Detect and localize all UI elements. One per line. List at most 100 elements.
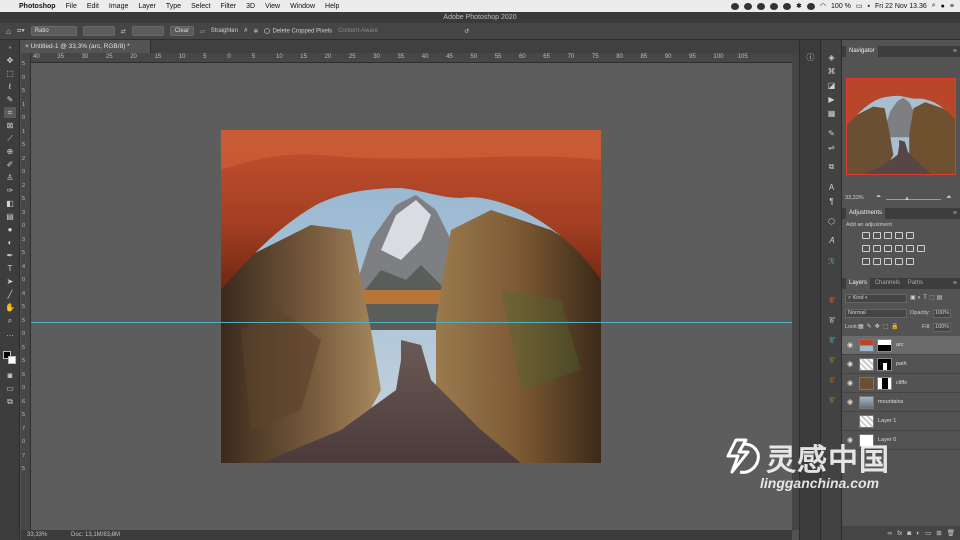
- navigator-tab[interactable]: Navigator: [846, 46, 878, 57]
- quick-select-tool-icon[interactable]: ✎: [4, 94, 16, 105]
- reset-icon[interactable]: ↺: [464, 28, 469, 35]
- vibrance-icon[interactable]: [906, 232, 914, 239]
- menu-file[interactable]: File: [61, 3, 82, 10]
- properties-icon[interactable]: ⇌: [826, 142, 837, 152]
- layer-thumbnail[interactable]: [859, 338, 874, 352]
- new-layer-icon[interactable]: ⊞: [936, 529, 941, 537]
- straighten-label[interactable]: Straighten: [211, 28, 238, 34]
- layer-thumbnail[interactable]: [859, 414, 874, 428]
- menu-window[interactable]: Window: [285, 3, 320, 10]
- marquee-tool-icon[interactable]: ⬚: [4, 68, 16, 79]
- path-selection-tool-icon[interactable]: ➤: [4, 276, 16, 287]
- layer-name[interactable]: arc: [896, 342, 904, 348]
- paragraph-icon[interactable]: ¶: [826, 196, 837, 206]
- swap-icon[interactable]: ⇄: [121, 28, 126, 35]
- menu-image[interactable]: Image: [104, 3, 133, 10]
- action-icon[interactable]: 𝒞: [826, 376, 837, 386]
- panel-menu-icon[interactable]: ≡: [953, 208, 957, 219]
- brush-settings-icon[interactable]: ✎: [826, 128, 837, 138]
- horizontal-guide-line[interactable]: [31, 322, 792, 323]
- threshold-icon[interactable]: [884, 258, 892, 265]
- exposure-icon[interactable]: [895, 232, 903, 239]
- navigator-zoom-slider-thumb[interactable]: ▲: [904, 196, 910, 202]
- panel-menu-icon[interactable]: ≡: [953, 278, 957, 289]
- grid-overlay-icon[interactable]: #: [244, 28, 247, 34]
- layer-row-cliffs[interactable]: ◉ cliffs: [842, 374, 960, 393]
- gradient-tool-icon[interactable]: ▤: [4, 211, 16, 222]
- layer-filter-select[interactable]: ⌕ Kind ▾: [845, 294, 907, 303]
- layer-row-arc[interactable]: ◉ arc: [842, 336, 960, 355]
- layer-row-mountains[interactable]: ◉ mountains: [842, 393, 960, 412]
- hand-tool-icon[interactable]: ✋: [4, 302, 16, 313]
- action-icon[interactable]: 𝒞: [826, 396, 837, 406]
- lock-icons[interactable]: ▦✎✥⬚🔒: [858, 323, 902, 330]
- character-icon[interactable]: A: [826, 182, 837, 192]
- info-icon[interactable]: ⓘ: [805, 52, 816, 62]
- notification-center-icon[interactable]: ≡: [950, 3, 954, 10]
- status-icon[interactable]: [731, 2, 740, 10]
- layer-thumbnail[interactable]: [859, 376, 874, 390]
- tab-layers[interactable]: Layers: [846, 278, 871, 289]
- gear-icon[interactable]: ✲: [253, 28, 258, 35]
- action-icon[interactable]: 𝒞: [826, 316, 837, 326]
- layer-row-path[interactable]: ◉ path: [842, 355, 960, 374]
- ratio-height-input[interactable]: [131, 26, 164, 36]
- screen-mode-icon[interactable]: ▭: [4, 383, 16, 394]
- delete-cropped-checkbox[interactable]: Delete Cropped Pixels: [264, 27, 332, 34]
- channel-mixer-icon[interactable]: [906, 245, 914, 252]
- 3d-icon[interactable]: ⬡: [826, 216, 837, 226]
- layer-style-icon[interactable]: fx: [897, 530, 902, 537]
- vertical-ruler[interactable]: 5051015202530354045505560657075: [21, 53, 31, 530]
- close-tab-icon[interactable]: ×: [25, 43, 29, 50]
- blur-tool-icon[interactable]: ●: [4, 224, 16, 235]
- swatches-icon[interactable]: ▦: [826, 108, 837, 118]
- menu-help[interactable]: Help: [320, 3, 344, 10]
- hue-saturation-icon[interactable]: [862, 245, 870, 252]
- status-icon[interactable]: [770, 2, 779, 10]
- link-layers-icon[interactable]: ∞: [888, 530, 893, 537]
- invert-icon[interactable]: [862, 258, 870, 265]
- layer-thumbnail[interactable]: [859, 395, 874, 409]
- navigator-thumbnail[interactable]: [846, 78, 956, 175]
- glyphs-icon[interactable]: 𝐴: [826, 236, 837, 246]
- clear-button[interactable]: Clear: [169, 26, 195, 36]
- collapse-toolbar-icon[interactable]: »: [4, 42, 16, 53]
- bluetooth-icon[interactable]: ✱: [796, 2, 802, 10]
- adjustments-tab[interactable]: Adjustments: [846, 208, 886, 219]
- menu-filter[interactable]: Filter: [216, 3, 242, 10]
- posterize-icon[interactable]: [873, 258, 881, 265]
- color-icon[interactable]: ◪: [826, 80, 837, 90]
- blend-mode-select[interactable]: Normal: [845, 309, 907, 318]
- eraser-tool-icon[interactable]: ◧: [4, 198, 16, 209]
- new-group-icon[interactable]: ▭: [925, 529, 931, 537]
- menu-edit[interactable]: Edit: [82, 3, 104, 10]
- lasso-tool-icon[interactable]: ℓ: [4, 81, 16, 92]
- action-icon[interactable]: 𝒞: [826, 356, 837, 366]
- horizontal-ruler[interactable]: 40 35 30 25 20 15 10 5 0 5 10 15 20 25 30 35 40 45 50 55 60 6…: [31, 53, 792, 63]
- home-icon[interactable]: ⌂: [6, 27, 11, 36]
- layer-filter-icons[interactable]: ▣◐T⬚▤: [910, 294, 944, 301]
- panel-menu-icon[interactable]: ≡: [953, 46, 957, 57]
- clock-text[interactable]: Fri 22 Nov 13.36: [875, 3, 927, 10]
- zoom-out-icon[interactable]: ⏶: [876, 194, 881, 201]
- ratio-select[interactable]: Ratio: [30, 26, 77, 36]
- photo-filter-icon[interactable]: [895, 245, 903, 252]
- document-canvas-image[interactable]: [221, 130, 601, 463]
- ratio-width-input[interactable]: [82, 26, 115, 36]
- play-icon[interactable]: ▶: [826, 94, 837, 104]
- levels-icon[interactable]: [873, 232, 881, 239]
- move-tool-icon[interactable]: ✥: [4, 55, 16, 66]
- more-tools-icon[interactable]: …: [4, 328, 16, 339]
- dodge-tool-icon[interactable]: ◐: [4, 237, 16, 248]
- clone-stamp-tool-icon[interactable]: ♙: [4, 172, 16, 183]
- gradient-map-icon[interactable]: [895, 258, 903, 265]
- pen-tool-icon[interactable]: ✒: [4, 250, 16, 261]
- add-mask-icon[interactable]: ◙: [907, 530, 911, 537]
- adjustment-layer-icon[interactable]: ◐: [916, 530, 920, 537]
- menu-view[interactable]: View: [260, 3, 285, 10]
- color-balance-icon[interactable]: [873, 245, 881, 252]
- menu-3d[interactable]: 3D: [241, 3, 260, 10]
- layer-name[interactable]: mountains: [878, 399, 903, 405]
- clone-source-icon[interactable]: ⧉: [826, 162, 837, 172]
- edit-toolbar-icon[interactable]: ⧉: [4, 396, 16, 407]
